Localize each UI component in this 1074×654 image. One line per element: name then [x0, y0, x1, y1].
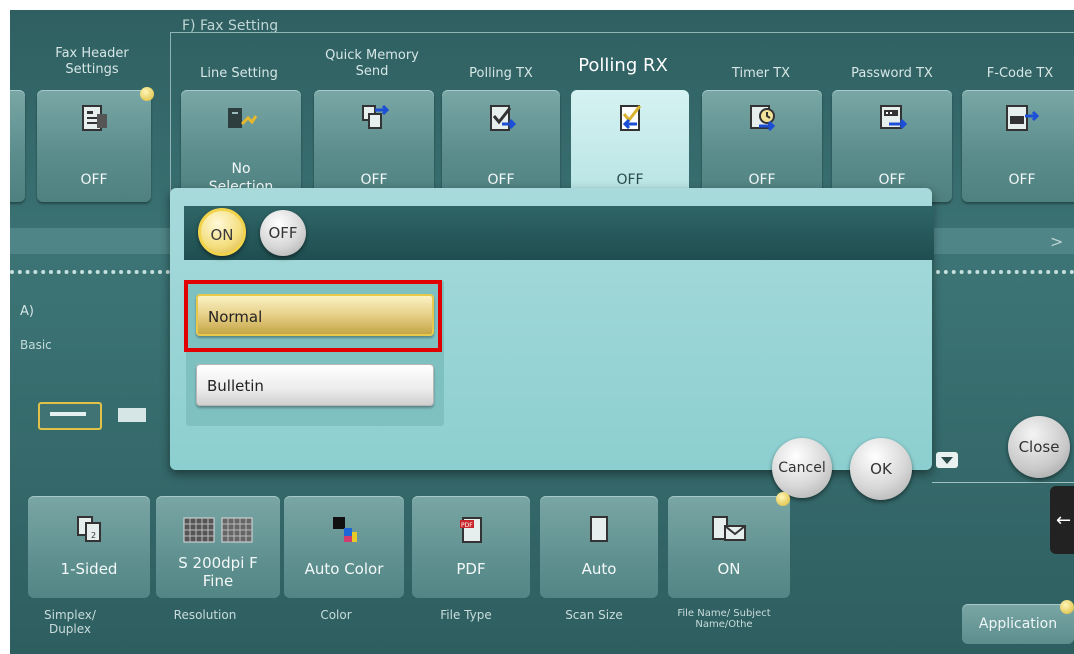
caption-color: Color: [320, 608, 352, 622]
fax-header-icon: [77, 104, 111, 132]
svg-text:PDF: PDF: [461, 522, 473, 529]
svg-text:2: 2: [91, 531, 96, 540]
color-button[interactable]: Auto Color: [284, 496, 404, 598]
info-dot-bottom: [776, 492, 790, 506]
caption-resolution: Resolution: [173, 608, 237, 622]
tab-polling-rx[interactable]: OFF: [571, 90, 689, 202]
pdf-icon: PDF: [457, 514, 485, 544]
cancel-button[interactable]: Cancel: [772, 438, 832, 498]
tab-fcode-tx[interactable]: OFF: [962, 90, 1074, 202]
tab-quick-memory-send[interactable]: OFF: [314, 90, 434, 202]
view-toggle-list[interactable]: [38, 402, 102, 430]
tab-title-fcode-tx: F-Code TX: [986, 66, 1054, 81]
tab-fax-header-settings[interactable]: OFF: [37, 90, 151, 202]
caption-scan-size: Scan Size: [565, 608, 623, 622]
option-bulletin[interactable]: Bulletin: [196, 364, 434, 406]
caption-file-name: File Name/ Subject Name/Othe: [677, 608, 771, 630]
section-divider: [170, 32, 171, 202]
caption-simplex-duplex: Simplex/ Duplex: [44, 608, 96, 636]
simplex-duplex-button[interactable]: 2 1-Sided: [28, 496, 150, 598]
tab-timer-tx[interactable]: OFF: [702, 90, 822, 202]
tab-title-timer-tx: Timer TX: [731, 66, 791, 81]
off-button[interactable]: OFF: [260, 210, 306, 256]
password-tx-icon: [875, 104, 909, 132]
caption-file-type: File Type: [440, 608, 492, 622]
tab-title-quick-memory: Quick Memory Send: [325, 48, 419, 79]
tab-title-polling-tx: Polling TX: [469, 66, 533, 81]
tab-title-fax-header: Fax Header Settings: [55, 46, 129, 77]
dotted-divider-left: [10, 270, 170, 280]
color-icon: [330, 514, 358, 544]
tab-title-polling-rx: Polling RX: [578, 55, 668, 76]
polling-rx-icon: [613, 104, 647, 132]
chevron-down-icon: [941, 457, 953, 464]
view-toggle-grid-icon[interactable]: [118, 408, 146, 422]
fcode-tx-icon: [1005, 104, 1040, 132]
mail-icon: [709, 514, 749, 544]
info-dot: [140, 87, 154, 101]
ok-button[interactable]: OK: [850, 438, 912, 500]
tab-title-password-tx: Password TX: [851, 66, 933, 81]
resolution-button[interactable]: S 200dpi F Fine: [156, 496, 280, 598]
scroll-arrow-right[interactable]: >: [1050, 232, 1063, 251]
arrow-left-icon: ←: [1056, 510, 1072, 531]
section-label-a: A): [20, 304, 34, 319]
application-button[interactable]: Application: [962, 604, 1074, 644]
close-button[interactable]: Close: [1008, 416, 1070, 478]
tab-title-line-setting: Line Setting: [200, 66, 278, 81]
basic-label: Basic: [20, 338, 52, 352]
timer-tx-icon: [745, 104, 779, 132]
resolution-icon: [178, 514, 258, 544]
view-toggle-list-icon: [50, 412, 86, 416]
page-icon: [585, 514, 613, 544]
fax-settings-screen: F) Fax Setting Fax Header Settings Line …: [10, 10, 1074, 654]
quick-memory-send-icon: [357, 104, 391, 132]
tab-line-setting[interactable]: No Selection: [181, 90, 301, 202]
simplex-icon: 2: [75, 514, 103, 544]
dotted-divider-right: [936, 270, 1074, 280]
section-line: [170, 32, 1074, 33]
file-type-button[interactable]: PDF PDF: [412, 496, 530, 598]
info-dot-application: [1060, 600, 1074, 614]
tab-previous-partial[interactable]: [10, 90, 25, 202]
on-button[interactable]: ON: [198, 208, 246, 256]
line-setting-icon: [224, 104, 258, 132]
polling-tx-icon: [484, 104, 518, 132]
tab-password-tx[interactable]: OFF: [832, 90, 952, 202]
file-name-button[interactable]: ON: [668, 496, 790, 598]
right-divider-line: [932, 482, 1074, 483]
tab-polling-tx[interactable]: OFF: [442, 90, 560, 202]
scan-size-button[interactable]: Auto: [540, 496, 658, 598]
option-normal[interactable]: Normal: [196, 294, 434, 336]
